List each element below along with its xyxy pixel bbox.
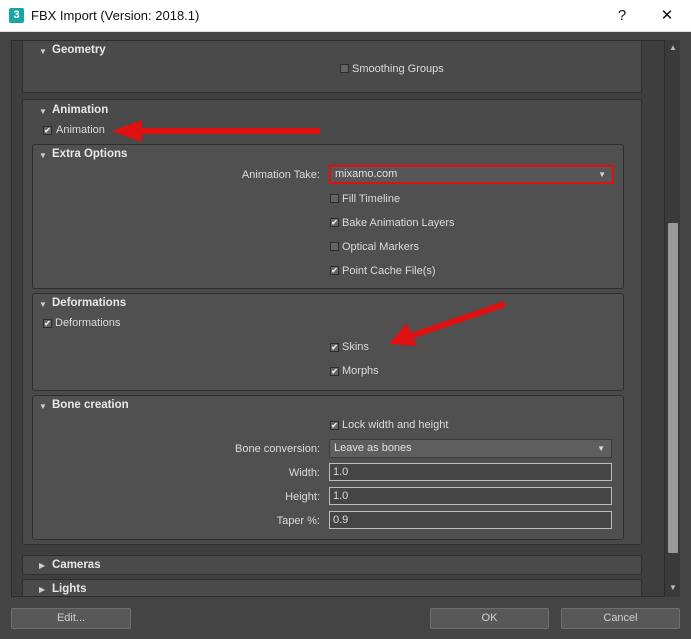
lights-title[interactable]: Lights [52, 583, 87, 595]
close-button[interactable]: ✕ [650, 4, 684, 28]
ok-button[interactable]: OK [430, 608, 549, 629]
help-button[interactable]: ? [605, 4, 639, 28]
bone-conversion-label: Bone conversion: [235, 443, 320, 455]
animation-checkbox-label: Animation [56, 124, 105, 136]
point-cache-files-checkbox[interactable]: ✔ [330, 266, 339, 275]
deformations-rollout: ▼ Deformations ✔ Deformations ✔ Skins ✔ … [32, 293, 624, 391]
deformations-title[interactable]: Deformations [52, 297, 126, 309]
fill-timeline-checkbox[interactable] [330, 194, 339, 203]
extra-options-rollout: ▼ Extra Options Animation Take: mixamo.c… [32, 144, 624, 289]
expand-triangle-icon[interactable]: ▼ [39, 151, 47, 160]
cameras-rollout[interactable]: ▶ Cameras [22, 555, 642, 575]
animation-rollout: ▼ Animation ✔ Animation ▼ Extra Options … [22, 99, 642, 545]
animation-take-dropdown[interactable]: mixamo.com ▼ [329, 165, 614, 184]
geometry-rollout: ▼ Geometry Smoothing Groups [22, 41, 642, 93]
extra-options-title[interactable]: Extra Options [52, 148, 127, 160]
smoothing-groups-checkbox[interactable] [340, 64, 349, 73]
lock-width-height-checkbox[interactable]: ✔ [330, 421, 339, 430]
vertical-scrollbar[interactable]: ▲ ▼ [664, 40, 680, 597]
taper-label: Taper %: [276, 515, 320, 527]
smoothing-groups-label: Smoothing Groups [352, 63, 444, 75]
chevron-down-icon: ▼ [597, 444, 605, 453]
expand-triangle-icon[interactable]: ▼ [39, 47, 47, 56]
window-title: FBX Import (Version: 2018.1) [31, 8, 200, 23]
title-bar: 3 FBX Import (Version: 2018.1) ? ✕ [0, 0, 691, 32]
edit-button[interactable]: Edit... [11, 608, 131, 629]
cancel-button[interactable]: Cancel [561, 608, 680, 629]
deformations-checkbox[interactable]: ✔ [43, 319, 52, 328]
height-label: Height: [285, 491, 320, 503]
geometry-title[interactable]: Geometry [52, 44, 106, 56]
scroll-up-icon[interactable]: ▲ [665, 41, 681, 55]
annotation-arrow-skins [389, 301, 506, 346]
deformations-checkbox-label: Deformations [55, 317, 121, 329]
animation-title[interactable]: Animation [52, 104, 108, 116]
skins-checkbox[interactable]: ✔ [330, 343, 339, 352]
scrollbar-thumb[interactable] [668, 223, 678, 553]
bake-animation-layers-checkbox[interactable]: ✔ [330, 218, 339, 227]
bone-creation-rollout: ▼ Bone creation ✔ Lock width and height … [32, 395, 624, 540]
cameras-title[interactable]: Cameras [52, 559, 101, 571]
fill-timeline-label: Fill Timeline [342, 193, 401, 205]
bake-animation-layers-label: Bake Animation Layers [342, 217, 455, 229]
point-cache-files-label: Point Cache File(s) [342, 265, 436, 277]
morphs-label: Morphs [342, 365, 379, 377]
taper-field[interactable]: 0.9 [329, 511, 612, 529]
width-field[interactable]: 1.0 [329, 463, 612, 481]
expand-triangle-icon[interactable]: ▼ [39, 402, 47, 411]
width-label: Width: [288, 467, 320, 479]
animation-checkbox[interactable]: ✔ [43, 126, 52, 135]
bone-creation-title[interactable]: Bone creation [52, 399, 129, 411]
lights-rollout[interactable]: ▶ Lights [22, 579, 642, 596]
expand-triangle-icon[interactable]: ▼ [39, 300, 47, 309]
annotation-arrow-animation [112, 120, 320, 142]
animation-take-value: mixamo.com [335, 168, 398, 180]
scroll-down-icon[interactable]: ▼ [665, 581, 681, 595]
bone-conversion-value: Leave as bones [334, 442, 412, 454]
collapsed-triangle-icon[interactable]: ▶ [39, 585, 45, 594]
lock-width-height-label: Lock width and height [342, 419, 449, 431]
optical-markers-checkbox[interactable] [330, 242, 339, 251]
animation-take-label: Animation Take: [241, 169, 320, 181]
optical-markers-label: Optical Markers [342, 241, 420, 253]
collapsed-triangle-icon[interactable]: ▶ [39, 561, 45, 570]
height-field[interactable]: 1.0 [329, 487, 612, 505]
3ds-max-app-icon: 3 [9, 8, 24, 23]
morphs-checkbox[interactable]: ✔ [330, 367, 339, 376]
skins-label: Skins [342, 341, 369, 353]
bone-conversion-dropdown[interactable]: Leave as bones ▼ [329, 439, 612, 458]
chevron-down-icon: ▼ [598, 170, 606, 179]
expand-triangle-icon[interactable]: ▼ [39, 107, 47, 116]
